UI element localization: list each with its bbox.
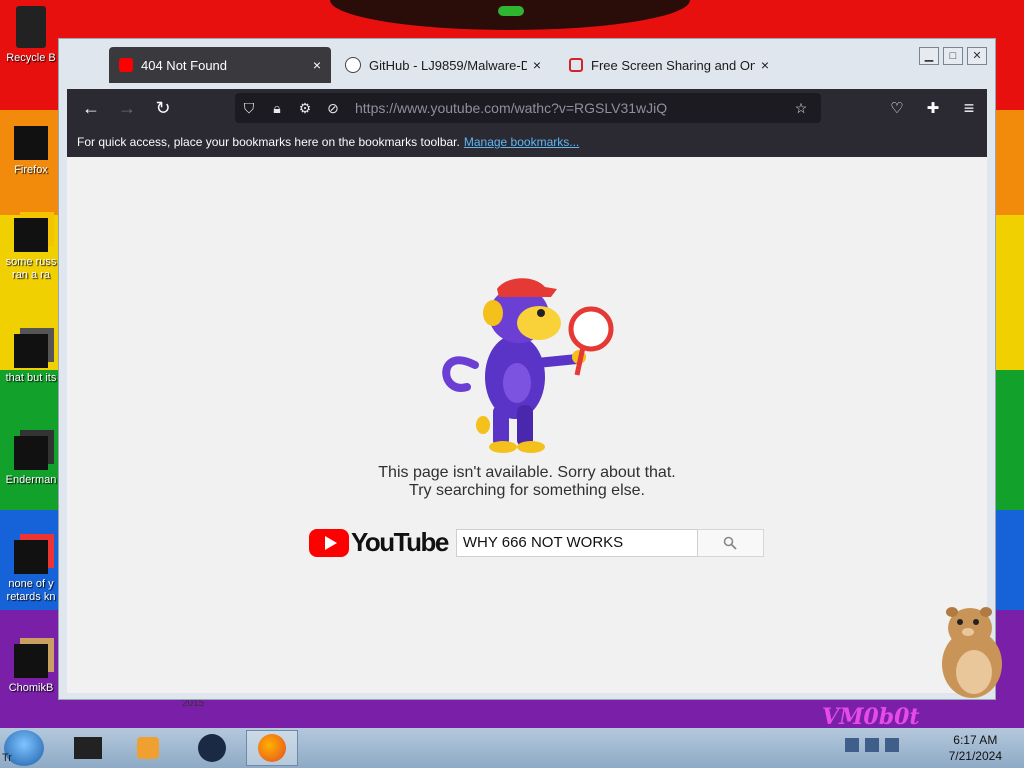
youtube-favicon-icon [119, 58, 133, 72]
desktop-icon-label: Enderman [5, 474, 57, 486]
desktop-icon-label: ChomikB [8, 682, 54, 694]
tab-screen-sharing[interactable]: Free Screen Sharing and Online × [559, 47, 779, 83]
youtube-logo[interactable]: YouTube [309, 527, 449, 558]
folder-icon [74, 737, 102, 759]
bookmark-star-icon[interactable]: ☆ [787, 100, 815, 117]
watermark-text: VM0b0t [822, 704, 920, 730]
back-button[interactable]: ← [73, 93, 109, 123]
lock-icon[interactable]: 🔒︎ [263, 100, 291, 117]
desktop-icon-label: that but its [5, 372, 57, 384]
bookmarks-prompt-text: For quick access, place your bookmarks h… [77, 135, 460, 149]
globe-icon [198, 734, 226, 762]
start-label: Tr [2, 752, 12, 764]
tab-github[interactable]: GitHub - LJ9859/Malware-Data × [335, 47, 551, 83]
tab-404-not-found[interactable]: 404 Not Found × [109, 47, 331, 83]
minimize-button[interactable]: ▁ [919, 47, 939, 65]
youtube-logo-text: YouTube [351, 527, 449, 557]
bookmarks-toolbar: For quick access, place your bookmarks h… [67, 127, 987, 157]
media-player-icon [137, 737, 159, 759]
tab-title: Free Screen Sharing and Online [591, 57, 755, 73]
firefox-icon [14, 126, 48, 160]
stacked-windows-icon [14, 334, 48, 368]
clock-time: 6:17 AM [953, 733, 998, 747]
close-tab-icon[interactable]: × [533, 57, 541, 73]
monkey-illustration [442, 278, 614, 453]
taskbar: Tr 6:17 AM 7/21/2024 [0, 728, 1024, 768]
permissions-icon[interactable]: ⚙︎ [291, 100, 319, 117]
desktop-icon-label: some russ ran a ra [5, 256, 57, 281]
forward-button[interactable]: → [109, 93, 145, 123]
tray-network-icon[interactable] [845, 738, 859, 752]
close-window-button[interactable]: ✕ [967, 47, 987, 65]
firefox-icon [258, 734, 286, 762]
tray-volume-icon[interactable] [885, 738, 899, 752]
desktop-icon-firefox[interactable]: Firefox [0, 126, 62, 177]
taskbar-item-firefox[interactable] [246, 730, 298, 766]
reload-button[interactable]: ↻ [145, 93, 181, 123]
clock-date: 7/21/2024 [948, 749, 1002, 763]
taskbar-item-folder[interactable] [62, 730, 114, 766]
search-input[interactable] [455, 528, 698, 557]
system-tray [845, 738, 899, 752]
error-message-line2: Try searching for something else. [409, 482, 645, 499]
screen-share-favicon-icon [569, 58, 583, 72]
toolbar-right: ♡ ✚ ≡ [879, 89, 987, 127]
recycle-bin-icon [16, 6, 46, 48]
taskbar-item-media-player[interactable] [122, 730, 174, 766]
desktop-icon-label: Recycle B [6, 52, 56, 64]
terminal-icon [14, 436, 48, 470]
youtube-play-icon [309, 528, 349, 557]
desktop-icon-none-of-y[interactable]: none of y retards kn [0, 540, 62, 604]
shield-icon[interactable]: ⛉ [235, 100, 263, 117]
desktop-icon-label: none of y retards kn [6, 578, 56, 603]
desktop-icon-russ[interactable]: some russ ran a ra [0, 218, 62, 282]
desktop-icon-that-but-its[interactable]: that but its [0, 334, 62, 385]
browser-window: 404 Not Found × GitHub - LJ9859/Malware-… [58, 38, 996, 700]
tab-title: GitHub - LJ9859/Malware-Data [369, 57, 527, 73]
page-content: This page isn't available. Sorry about t… [67, 157, 987, 693]
pocket-icon[interactable]: ♡ [879, 93, 915, 123]
desktop-icon-recycle-bin[interactable]: Recycle B [0, 6, 62, 65]
tab-title: 404 Not Found [141, 57, 228, 73]
hamster-app-icon [14, 644, 48, 678]
tray-display-icon[interactable] [865, 738, 879, 752]
menu-icon[interactable]: ≡ [951, 93, 987, 123]
desktop-icon-label: Firefox [14, 164, 48, 176]
search-button[interactable] [697, 528, 764, 557]
url-text[interactable]: https://www.youtube.com/wathc?v=RGSLV31w… [355, 100, 787, 116]
wallpaper-leaf [498, 6, 524, 16]
search-icon [724, 536, 737, 550]
youtube-search-row: YouTube [309, 527, 764, 558]
url-bar[interactable]: ⛉ 🔒︎ ⚙︎ ⊘ https://www.youtube.com/wathc?… [235, 93, 821, 123]
close-tab-icon[interactable]: × [313, 57, 321, 73]
tab-strip: 404 Not Found × GitHub - LJ9859/Malware-… [59, 39, 995, 89]
system-clock[interactable]: 6:17 AM 7/21/2024 [949, 732, 1002, 764]
maximize-button[interactable]: □ [943, 47, 963, 65]
error-message-line1: This page isn't available. Sorry about t… [378, 464, 676, 481]
navigation-toolbar: ← → ↻ ⛉ 🔒︎ ⚙︎ ⊘ https://www.youtube.com/… [67, 89, 987, 127]
hamster-mascot [942, 607, 1002, 698]
extensions-icon[interactable]: ✚ [915, 93, 951, 123]
autoplay-blocked-icon[interactable]: ⊘ [319, 100, 347, 117]
desktop-icon-enderman[interactable]: Enderman [0, 436, 62, 487]
taskbar-item-app[interactable] [186, 730, 238, 766]
github-favicon-icon [345, 57, 361, 73]
manage-bookmarks-link[interactable]: Manage bookmarks... [464, 135, 579, 149]
document-icon [14, 218, 48, 252]
desktop-icon-chomik[interactable]: ChomikB [0, 644, 62, 695]
chrome-icon [14, 540, 48, 574]
close-tab-icon[interactable]: × [761, 57, 769, 73]
